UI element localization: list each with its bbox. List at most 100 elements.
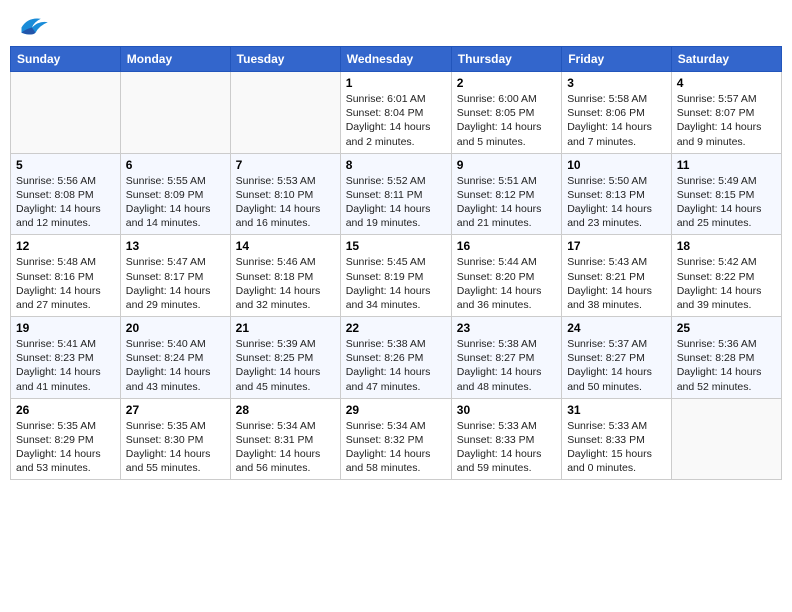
weekday-header-saturday: Saturday	[671, 47, 781, 72]
day-info: Sunrise: 5:43 AMSunset: 8:21 PMDaylight:…	[567, 255, 666, 312]
day-info: Sunrise: 5:55 AMSunset: 8:09 PMDaylight:…	[126, 174, 225, 231]
day-info: Sunrise: 5:48 AMSunset: 8:16 PMDaylight:…	[16, 255, 115, 312]
day-info: Sunrise: 6:00 AMSunset: 8:05 PMDaylight:…	[457, 92, 556, 149]
day-number: 5	[16, 158, 115, 172]
day-info: Sunrise: 5:56 AMSunset: 8:08 PMDaylight:…	[16, 174, 115, 231]
calendar-cell: 5 Sunrise: 5:56 AMSunset: 8:08 PMDaylight…	[11, 153, 121, 235]
calendar-cell: 25 Sunrise: 5:36 AMSunset: 8:28 PMDayligh…	[671, 317, 781, 399]
day-info: Sunrise: 5:33 AMSunset: 8:33 PMDaylight:…	[567, 419, 666, 476]
calendar-week-row: 12 Sunrise: 5:48 AMSunset: 8:16 PMDayligh…	[11, 235, 782, 317]
day-number: 6	[126, 158, 225, 172]
calendar-cell: 27 Sunrise: 5:35 AMSunset: 8:30 PMDayligh…	[120, 398, 230, 480]
day-info: Sunrise: 5:57 AMSunset: 8:07 PMDaylight:…	[677, 92, 776, 149]
day-number: 4	[677, 76, 776, 90]
weekday-header-friday: Friday	[562, 47, 672, 72]
day-info: Sunrise: 5:49 AMSunset: 8:15 PMDaylight:…	[677, 174, 776, 231]
day-info: Sunrise: 5:53 AMSunset: 8:10 PMDaylight:…	[236, 174, 335, 231]
calendar-cell: 4 Sunrise: 5:57 AMSunset: 8:07 PMDaylight…	[671, 72, 781, 154]
day-number: 22	[346, 321, 446, 335]
calendar-cell: 8Sunrise: 5:52 AMSunset: 8:11 PMDaylight…	[340, 153, 451, 235]
logo	[14, 10, 54, 38]
calendar-cell: 14 Sunrise: 5:46 AMSunset: 8:18 PMDayligh…	[230, 235, 340, 317]
calendar-cell: 1 Sunrise: 6:01 AMSunset: 8:04 PMDaylight…	[340, 72, 451, 154]
calendar-cell: 6 Sunrise: 5:55 AMSunset: 8:09 PMDaylight…	[120, 153, 230, 235]
calendar-week-row: 19Sunrise: 5:41 AMSunset: 8:23 PMDayligh…	[11, 317, 782, 399]
weekday-header-thursday: Thursday	[451, 47, 561, 72]
day-number: 28	[236, 403, 335, 417]
calendar-cell: 31 Sunrise: 5:33 AMSunset: 8:33 PMDayligh…	[562, 398, 672, 480]
day-info: Sunrise: 5:50 AMSunset: 8:13 PMDaylight:…	[567, 174, 666, 231]
calendar-cell: 17 Sunrise: 5:43 AMSunset: 8:21 PMDayligh…	[562, 235, 672, 317]
calendar-cell	[120, 72, 230, 154]
day-info: Sunrise: 5:33 AMSunset: 8:33 PMDaylight:…	[457, 419, 556, 476]
calendar-cell: 16 Sunrise: 5:44 AMSunset: 8:20 PMDayligh…	[451, 235, 561, 317]
calendar-cell: 15 Sunrise: 5:45 AMSunset: 8:19 PMDayligh…	[340, 235, 451, 317]
day-info: Sunrise: 5:51 AMSunset: 8:12 PMDaylight:…	[457, 174, 556, 231]
calendar-header: SundayMondayTuesdayWednesdayThursdayFrid…	[11, 47, 782, 72]
day-info: Sunrise: 5:40 AMSunset: 8:24 PMDaylight:…	[126, 337, 225, 394]
weekday-header-tuesday: Tuesday	[230, 47, 340, 72]
day-info: Sunrise: 6:01 AMSunset: 8:04 PMDaylight:…	[346, 92, 446, 149]
day-number: 16	[457, 239, 556, 253]
day-info: Sunrise: 5:42 AMSunset: 8:22 PMDaylight:…	[677, 255, 776, 312]
day-info: Sunrise: 5:44 AMSunset: 8:20 PMDaylight:…	[457, 255, 556, 312]
day-number: 15	[346, 239, 446, 253]
weekday-header-row: SundayMondayTuesdayWednesdayThursdayFrid…	[11, 47, 782, 72]
calendar-cell: 21 Sunrise: 5:39 AMSunset: 8:25 PMDayligh…	[230, 317, 340, 399]
day-number: 18	[677, 239, 776, 253]
calendar-cell: 28 Sunrise: 5:34 AMSunset: 8:31 PMDayligh…	[230, 398, 340, 480]
day-number: 19	[16, 321, 115, 335]
weekday-header-sunday: Sunday	[11, 47, 121, 72]
day-number: 14	[236, 239, 335, 253]
calendar-cell: 26Sunrise: 5:35 AMSunset: 8:29 PMDayligh…	[11, 398, 121, 480]
calendar-cell: 13Sunrise: 5:47 AMSunset: 8:17 PMDayligh…	[120, 235, 230, 317]
day-info: Sunrise: 5:38 AMSunset: 8:26 PMDaylight:…	[346, 337, 446, 394]
calendar-cell: 29Sunrise: 5:34 AMSunset: 8:32 PMDayligh…	[340, 398, 451, 480]
calendar-cell: 3 Sunrise: 5:58 AMSunset: 8:06 PMDaylight…	[562, 72, 672, 154]
day-number: 27	[126, 403, 225, 417]
day-info: Sunrise: 5:58 AMSunset: 8:06 PMDaylight:…	[567, 92, 666, 149]
day-info: Sunrise: 5:37 AMSunset: 8:27 PMDaylight:…	[567, 337, 666, 394]
weekday-header-monday: Monday	[120, 47, 230, 72]
day-info: Sunrise: 5:35 AMSunset: 8:30 PMDaylight:…	[126, 419, 225, 476]
day-number: 29	[346, 403, 446, 417]
day-number: 24	[567, 321, 666, 335]
calendar-cell: 22 Sunrise: 5:38 AMSunset: 8:26 PMDayligh…	[340, 317, 451, 399]
day-number: 20	[126, 321, 225, 335]
day-info: Sunrise: 5:46 AMSunset: 8:18 PMDaylight:…	[236, 255, 335, 312]
calendar-cell: 23Sunrise: 5:38 AMSunset: 8:27 PMDayligh…	[451, 317, 561, 399]
day-info: Sunrise: 5:47 AMSunset: 8:17 PMDaylight:…	[126, 255, 225, 312]
day-info: Sunrise: 5:34 AMSunset: 8:31 PMDaylight:…	[236, 419, 335, 476]
weekday-header-wednesday: Wednesday	[340, 47, 451, 72]
day-number: 9	[457, 158, 556, 172]
day-number: 8	[346, 158, 446, 172]
calendar-cell: 20 Sunrise: 5:40 AMSunset: 8:24 PMDayligh…	[120, 317, 230, 399]
calendar-body: 1 Sunrise: 6:01 AMSunset: 8:04 PMDaylight…	[11, 72, 782, 480]
day-info: Sunrise: 5:36 AMSunset: 8:28 PMDaylight:…	[677, 337, 776, 394]
day-number: 12	[16, 239, 115, 253]
day-number: 17	[567, 239, 666, 253]
day-number: 3	[567, 76, 666, 90]
calendar-table: SundayMondayTuesdayWednesdayThursdayFrid…	[10, 46, 782, 480]
calendar-cell: 2 Sunrise: 6:00 AMSunset: 8:05 PMDaylight…	[451, 72, 561, 154]
day-number: 31	[567, 403, 666, 417]
day-number: 25	[677, 321, 776, 335]
calendar-cell: 12 Sunrise: 5:48 AMSunset: 8:16 PMDayligh…	[11, 235, 121, 317]
day-number: 7	[236, 158, 335, 172]
day-number: 21	[236, 321, 335, 335]
calendar-cell: 19Sunrise: 5:41 AMSunset: 8:23 PMDayligh…	[11, 317, 121, 399]
day-number: 1	[346, 76, 446, 90]
page-header	[10, 10, 782, 38]
day-info: Sunrise: 5:45 AMSunset: 8:19 PMDaylight:…	[346, 255, 446, 312]
calendar-cell	[230, 72, 340, 154]
calendar-cell: 24 Sunrise: 5:37 AMSunset: 8:27 PMDayligh…	[562, 317, 672, 399]
calendar-week-row: 26Sunrise: 5:35 AMSunset: 8:29 PMDayligh…	[11, 398, 782, 480]
day-info: Sunrise: 5:39 AMSunset: 8:25 PMDaylight:…	[236, 337, 335, 394]
day-number: 30	[457, 403, 556, 417]
day-info: Sunrise: 5:35 AMSunset: 8:29 PMDaylight:…	[16, 419, 115, 476]
day-number: 2	[457, 76, 556, 90]
day-number: 11	[677, 158, 776, 172]
calendar-cell	[11, 72, 121, 154]
calendar-cell: 9 Sunrise: 5:51 AMSunset: 8:12 PMDaylight…	[451, 153, 561, 235]
day-number: 23	[457, 321, 556, 335]
